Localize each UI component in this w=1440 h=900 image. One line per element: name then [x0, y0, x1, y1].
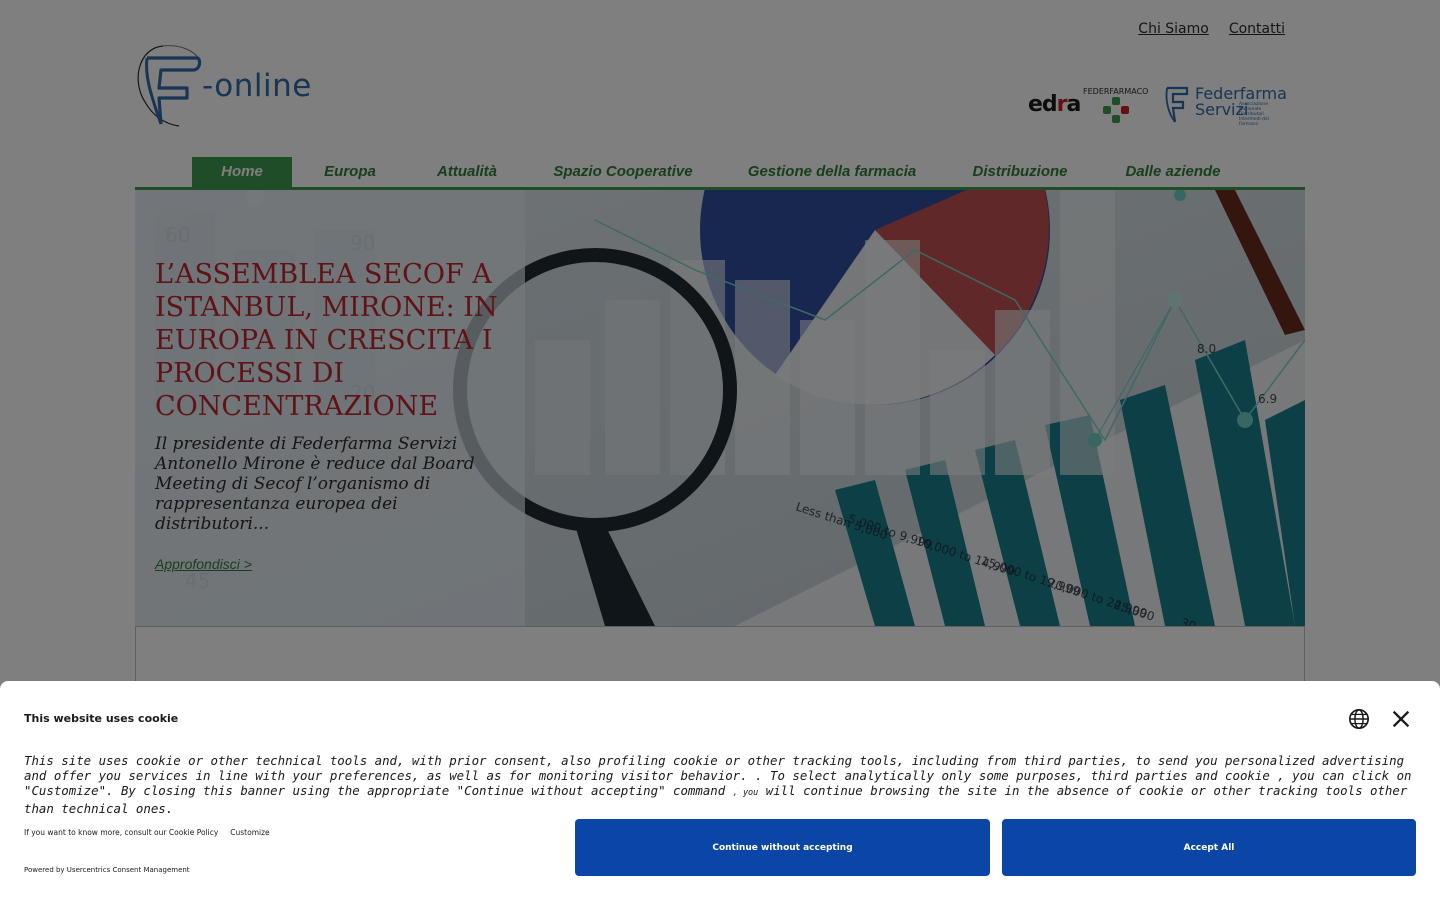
cookie-banner: This website uses cookie This site uses … [0, 681, 1440, 900]
language-globe-icon[interactable] [1348, 708, 1370, 730]
accept-all-button[interactable]: Accept All [1002, 819, 1416, 876]
close-icon[interactable] [1390, 708, 1412, 730]
cookie-banner-title: This website uses cookie [24, 712, 179, 725]
cookie-banner-text: This site uses cookie or other technical… [24, 753, 1416, 816]
powered-by: Powered by Usercentrics Consent Manageme… [24, 866, 190, 874]
continue-without-accepting-button[interactable]: Continue without accepting [575, 819, 990, 876]
cookie-text-small: , you [732, 788, 759, 798]
cookie-policy-link[interactable]: If you want to know more, consult our Co… [24, 828, 218, 837]
cookie-links: If you want to know more, consult our Co… [24, 828, 270, 837]
customize-link[interactable]: Customize [230, 828, 269, 837]
